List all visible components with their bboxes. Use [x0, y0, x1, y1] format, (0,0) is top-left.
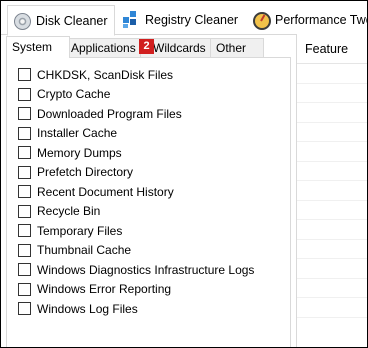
subtab-other[interactable]: Other	[210, 38, 264, 57]
checkbox[interactable]	[18, 224, 31, 238]
list-item[interactable]: Downloaded Program Files	[7, 104, 254, 124]
list-item-label: Windows Log Files	[37, 301, 138, 316]
tab-disk-cleaner-label: Disk Cleaner	[36, 13, 108, 28]
list-item-label: Memory Dumps	[37, 145, 122, 160]
app-window: Disk Cleaner Registry Cleaner Performanc…	[0, 0, 368, 348]
subtab-applications-label: Applications	[71, 41, 136, 55]
subtab-wildcards-label: Wildcards	[153, 41, 206, 55]
list-item[interactable]: Crypto Cache	[7, 85, 254, 105]
subtab-system-label: System	[12, 40, 53, 54]
list-item[interactable]: Memory Dumps	[7, 143, 254, 163]
row-divider	[297, 317, 367, 318]
feature-panel: Feature	[296, 34, 367, 347]
list-item[interactable]: Recent Document History	[7, 182, 254, 202]
tab-performance-tweaks[interactable]: Performance Twe	[252, 7, 368, 33]
tab-disk-cleaner[interactable]: Disk Cleaner	[7, 5, 115, 36]
system-items-list: CHKDSK, ScanDisk Files Crypto Cache Down…	[7, 65, 254, 319]
list-item-label: Prefetch Directory	[37, 165, 134, 180]
callout-badge: 2	[139, 39, 154, 54]
list-item[interactable]: Installer Cache	[7, 124, 254, 144]
list-item[interactable]: CHKDSK, ScanDisk Files	[7, 65, 254, 85]
list-item[interactable]: Prefetch Directory	[7, 163, 254, 183]
feature-column-header[interactable]: Feature	[297, 34, 367, 64]
row-divider	[297, 219, 367, 220]
row-divider	[297, 200, 367, 201]
row-divider	[297, 258, 367, 259]
row-divider	[297, 122, 367, 123]
list-item-label: Thumbnail Cache	[37, 243, 132, 258]
checkbox[interactable]	[18, 282, 31, 296]
tab-registry-cleaner-label: Registry Cleaner	[145, 13, 239, 27]
list-item-label: Windows Error Reporting	[37, 282, 172, 297]
row-divider	[297, 141, 367, 142]
list-item[interactable]: Windows Diagnostics Infrastructure Logs	[7, 260, 254, 280]
tab-performance-label: Performance Twe	[275, 13, 368, 27]
checkbox[interactable]	[18, 263, 31, 277]
list-item-label: Recent Document History	[37, 184, 174, 199]
registry-cleaner-icon	[122, 11, 140, 29]
checkbox[interactable]	[18, 204, 31, 218]
tab-registry-cleaner[interactable]: Registry Cleaner	[122, 7, 238, 33]
list-item-label: Windows Diagnostics Infrastructure Logs	[37, 262, 255, 277]
subtab-other-label: Other	[216, 41, 247, 55]
row-divider	[297, 297, 367, 298]
checkbox[interactable]	[18, 302, 31, 316]
list-item-label: Recycle Bin	[37, 204, 101, 219]
list-item-label: CHKDSK, ScanDisk Files	[37, 67, 174, 82]
main-tab-bar: Disk Cleaner Registry Cleaner Performanc…	[1, 1, 368, 36]
list-item[interactable]: Thumbnail Cache	[7, 241, 254, 261]
checkbox[interactable]	[18, 146, 31, 160]
list-item-label: Downloaded Program Files	[37, 106, 182, 121]
list-item-label: Temporary Files	[37, 223, 123, 238]
disk-cleaner-icon	[13, 12, 31, 30]
performance-icon	[252, 11, 271, 30]
subtab-system[interactable]: System	[6, 36, 70, 58]
checkbox[interactable]	[18, 68, 31, 82]
row-divider	[297, 180, 367, 181]
checkbox[interactable]	[18, 165, 31, 179]
list-item[interactable]: Temporary Files	[7, 221, 254, 241]
list-item-label: Crypto Cache	[37, 87, 111, 102]
row-divider	[297, 102, 367, 103]
list-item-label: Installer Cache	[37, 126, 118, 141]
row-divider	[297, 278, 367, 279]
list-item[interactable]: Windows Error Reporting	[7, 280, 254, 300]
checkbox[interactable]	[18, 107, 31, 121]
subtab-applications[interactable]: Applications	[65, 38, 149, 57]
list-item[interactable]: Recycle Bin	[7, 202, 254, 222]
checkbox[interactable]	[18, 126, 31, 140]
checkbox[interactable]	[18, 243, 31, 257]
system-items-panel: CHKDSK, ScanDisk Files Crypto Cache Down…	[6, 57, 291, 347]
checkbox[interactable]	[18, 87, 31, 101]
row-divider	[297, 239, 367, 240]
checkbox[interactable]	[18, 185, 31, 199]
row-divider	[297, 83, 367, 84]
row-divider	[297, 161, 367, 162]
list-item[interactable]: Windows Log Files	[7, 299, 254, 319]
